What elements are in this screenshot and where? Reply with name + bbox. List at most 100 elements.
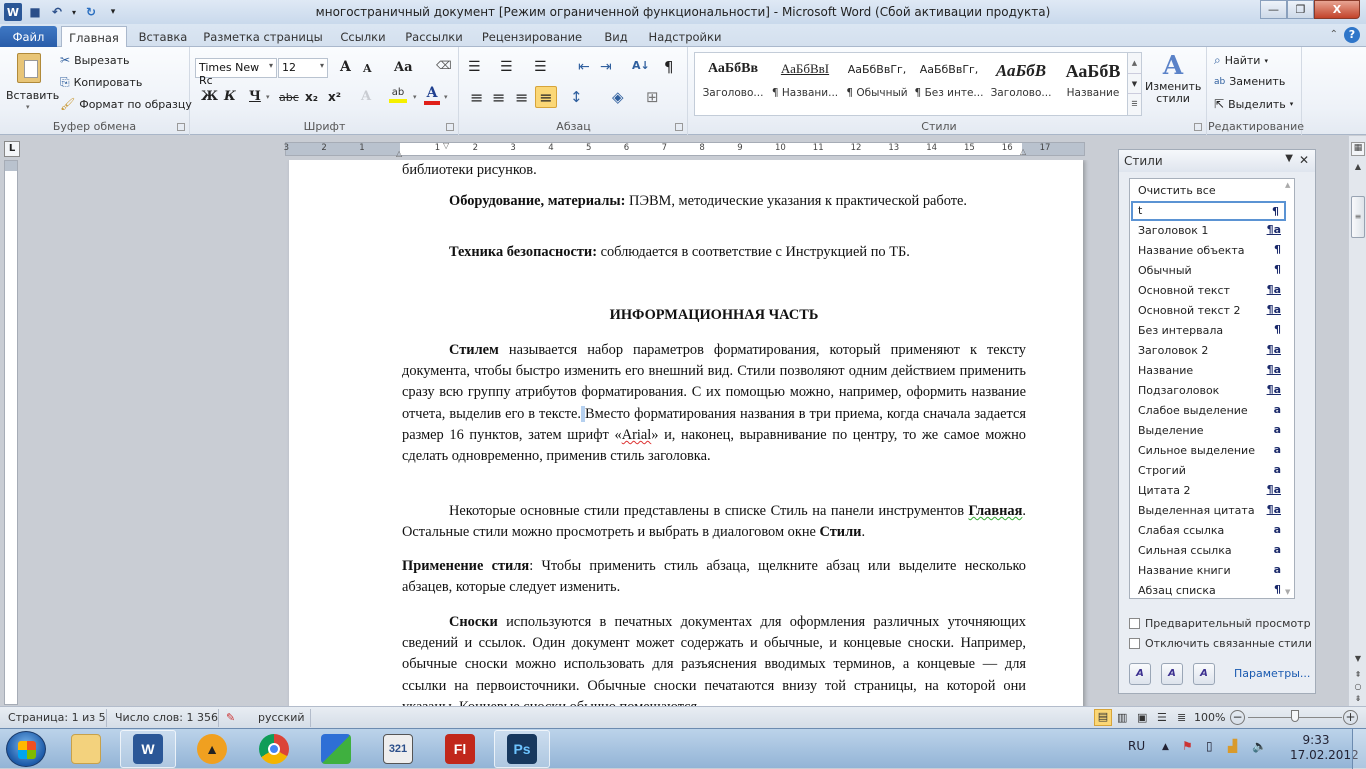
options-link[interactable]: Параметры... (1234, 667, 1310, 680)
next-page-icon[interactable]: ⇟ (1351, 694, 1365, 703)
align-center-icon[interactable]: ≡ (492, 88, 505, 107)
increase-indent-icon[interactable]: ⇥ (600, 59, 612, 75)
font-color-button[interactable]: A (424, 85, 440, 107)
taskbar-app-photoshop[interactable]: Ps (494, 730, 550, 768)
style-item[interactable]: Очистить все (1131, 181, 1286, 201)
multilevel-list-icon[interactable]: ☰ (534, 59, 547, 75)
style-item[interactable]: Сильное выделение a (1131, 441, 1286, 461)
manage-styles-button[interactable]: A (1193, 663, 1215, 685)
style-item[interactable]: Название объекта ¶ (1131, 241, 1286, 261)
style-item[interactable]: Выделение a (1131, 421, 1286, 441)
font-name-select[interactable]: Times New Rc ▾ (195, 58, 277, 87)
language[interactable]: русский (258, 711, 305, 724)
highlight-button[interactable]: ab (389, 87, 407, 107)
font-size-select[interactable]: 12 ▾ (278, 58, 328, 78)
grow-font-button[interactable]: A (340, 59, 351, 75)
paragraph-dialog-launcher[interactable] (675, 123, 683, 131)
help-icon[interactable]: ? (1344, 27, 1360, 43)
style-item[interactable]: Основной текст ¶a (1131, 281, 1286, 301)
style-item[interactable]: Подзаголовок ¶a (1131, 381, 1286, 401)
gallery-style-heading-2[interactable]: АаБбВ Заголово... (985, 53, 1057, 115)
vertical-ruler[interactable] (4, 160, 18, 705)
bullets-icon[interactable]: ☰ (468, 59, 481, 75)
grammar-flag[interactable]: Главная (969, 503, 1023, 519)
gallery-style-name[interactable]: АаБбВ Название (1057, 53, 1129, 115)
gallery-scroll[interactable]: ▲ ▼ ☰ (1127, 53, 1141, 115)
page-count[interactable]: Страница: 1 из 5 (8, 711, 106, 724)
style-item[interactable]: Название книги a (1131, 561, 1286, 581)
vertical-scrollbar[interactable]: ▦ ▲ ≡ ▼ ⇞ ○ ⇟ (1348, 136, 1366, 706)
battery-icon[interactable]: ▯ (1206, 739, 1213, 753)
style-item[interactable]: Цитата 2 ¶a (1131, 481, 1286, 501)
align-right-icon[interactable]: ≡ (515, 88, 528, 107)
tab-page-layout[interactable]: Разметка страницы (203, 26, 323, 47)
strikethrough-button[interactable]: abc (279, 91, 299, 104)
align-left-icon[interactable]: ≡ (470, 88, 483, 107)
style-item[interactable]: t ¶ (1131, 201, 1286, 221)
new-style-button[interactable]: A (1129, 663, 1151, 685)
zoom-slider-thumb[interactable] (1291, 710, 1299, 722)
browse-object-icon[interactable]: ○ (1351, 682, 1365, 691)
underline-button[interactable]: Ч (249, 89, 261, 104)
find-button[interactable]: ⌕ Найти ▾ (1214, 53, 1268, 68)
tab-selector[interactable]: L (4, 141, 20, 157)
pane-options-icon[interactable]: ▼ (1285, 153, 1293, 164)
taskbar-app-chrome[interactable] (246, 730, 302, 768)
previous-page-icon[interactable]: ⇞ (1351, 670, 1365, 679)
justify-icon[interactable]: ≡ (535, 86, 557, 108)
tab-view[interactable]: Вид (597, 26, 635, 47)
style-item[interactable]: Заголовок 1 ¶a (1131, 221, 1286, 241)
start-button[interactable] (6, 731, 46, 767)
web-layout-icon[interactable]: ▣ (1137, 711, 1147, 724)
style-item[interactable]: Обычный ¶ (1131, 261, 1286, 281)
taskbar-app-aimp[interactable]: ▲ (184, 730, 240, 768)
style-item[interactable]: Сильная ссылка a (1131, 541, 1286, 561)
sort-icon[interactable]: A↓ (632, 59, 650, 72)
replace-button[interactable]: ab Заменить (1214, 75, 1285, 88)
preview-checkbox[interactable]: Предварительный просмотр (1129, 617, 1311, 630)
zoom-out-button[interactable]: − (1230, 710, 1245, 725)
borders-icon[interactable]: ⊞ (646, 88, 659, 106)
outline-view-icon[interactable]: ☰ (1157, 711, 1167, 724)
network-icon[interactable]: ▟ (1228, 739, 1237, 753)
paste-button[interactable]: Вставить ▾ (6, 51, 59, 127)
shading-icon[interactable]: ◈ (612, 88, 624, 106)
cut-button[interactable]: ✂ Вырезать (60, 53, 130, 67)
style-item[interactable]: Слабая ссылка a (1131, 521, 1286, 541)
tab-home[interactable]: Главная (61, 26, 127, 48)
taskbar-app-media-player[interactable]: 321 (370, 730, 426, 768)
taskbar-app-boxes[interactable] (308, 730, 364, 768)
draft-view-icon[interactable]: ≣ (1177, 711, 1186, 724)
gallery-style-normal[interactable]: АаБбВвГг, ¶ Обычный (841, 53, 913, 115)
clear-formatting-icon[interactable]: ⌫ (436, 59, 452, 72)
tab-references[interactable]: Ссылки (335, 26, 391, 47)
decrease-indent-icon[interactable]: ⇤ (578, 59, 590, 75)
taskbar-app-explorer[interactable] (58, 730, 114, 768)
disable-linked-styles-checkbox[interactable]: Отключить связанные стили (1129, 637, 1312, 650)
highlight-dropdown-icon[interactable]: ▾ (413, 93, 417, 101)
restore-button[interactable]: ❐ (1287, 0, 1314, 19)
shrink-font-button[interactable]: A (363, 62, 372, 75)
style-item[interactable]: Основной текст 2 ¶a (1131, 301, 1286, 321)
tab-insert[interactable]: Вставка (133, 26, 193, 47)
tab-file[interactable]: Файл (0, 26, 57, 47)
taskbar-app-flash[interactable]: Fl (432, 730, 488, 768)
language-indicator[interactable]: RU (1128, 739, 1145, 753)
show-desktop-button[interactable] (1352, 729, 1366, 769)
clock[interactable]: 9:33 17.02.2012 (1290, 733, 1359, 763)
taskbar-app-word[interactable]: W (120, 730, 176, 768)
document-page[interactable]: библиотеки рисунков. Оборудование, матер… (289, 160, 1083, 706)
style-item[interactable]: Выделенная цитата ¶a (1131, 501, 1286, 521)
bold-button[interactable]: Ж (201, 89, 218, 104)
print-layout-view-icon[interactable]: ▤ (1094, 709, 1112, 726)
left-indent-marker[interactable]: △ (396, 149, 402, 158)
select-button[interactable]: ⇱ Выделить ▾ (1214, 97, 1293, 111)
copy-button[interactable]: ⎘ Копировать (60, 75, 142, 90)
spelling-error[interactable]: Arial (622, 427, 652, 443)
show-marks-icon[interactable]: ¶ (664, 58, 674, 76)
gallery-more-icon[interactable]: ☰ (1128, 93, 1141, 113)
view-ruler-icon[interactable]: ▦ (1351, 142, 1365, 156)
scroll-down-arrow[interactable]: ▼ (1351, 654, 1365, 663)
first-line-indent-marker[interactable]: ▽ (443, 141, 449, 150)
italic-button[interactable]: К (224, 89, 236, 104)
